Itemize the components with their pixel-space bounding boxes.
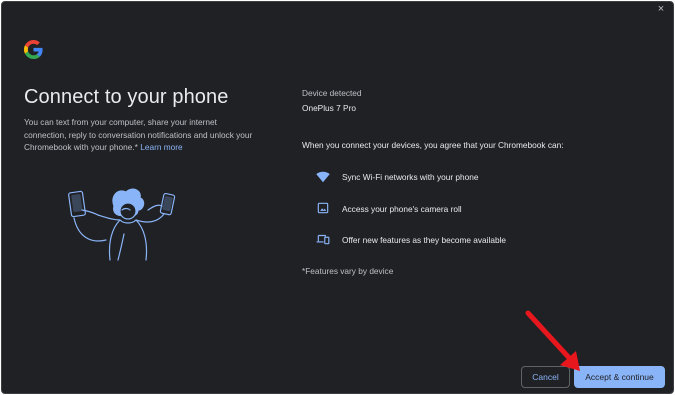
connect-phone-dialog: × Connect to your phone You can text fro…	[1, 1, 674, 394]
description-text: You can text from your computer, share y…	[24, 117, 253, 152]
wifi-icon	[316, 171, 330, 183]
image-icon	[317, 202, 329, 214]
accept-continue-button[interactable]: Accept & continue	[574, 366, 665, 388]
permission-label-new-features: Offer new features as they become availa…	[342, 235, 507, 245]
google-logo-icon	[24, 40, 43, 59]
devices-icon	[316, 234, 330, 245]
agreement-text: When you connect your devices, you agree…	[302, 140, 564, 150]
phone-connect-illustration	[68, 188, 176, 261]
dialog-description: You can text from your computer, share y…	[24, 116, 259, 154]
learn-more-link[interactable]: Learn more	[140, 142, 182, 152]
device-detected-label: Device detected	[302, 88, 362, 98]
close-button[interactable]: ×	[655, 3, 667, 15]
dialog-title: Connect to your phone	[24, 86, 229, 108]
cancel-button[interactable]: Cancel	[521, 366, 570, 388]
permission-label-camera-roll: Access your phone's camera roll	[342, 204, 462, 214]
device-name: OnePlus 7 Pro	[302, 103, 356, 113]
features-footnote: *Features vary by device	[302, 266, 394, 276]
permission-label-wifi: Sync Wi-Fi networks with your phone	[342, 172, 479, 182]
close-icon: ×	[657, 3, 665, 15]
